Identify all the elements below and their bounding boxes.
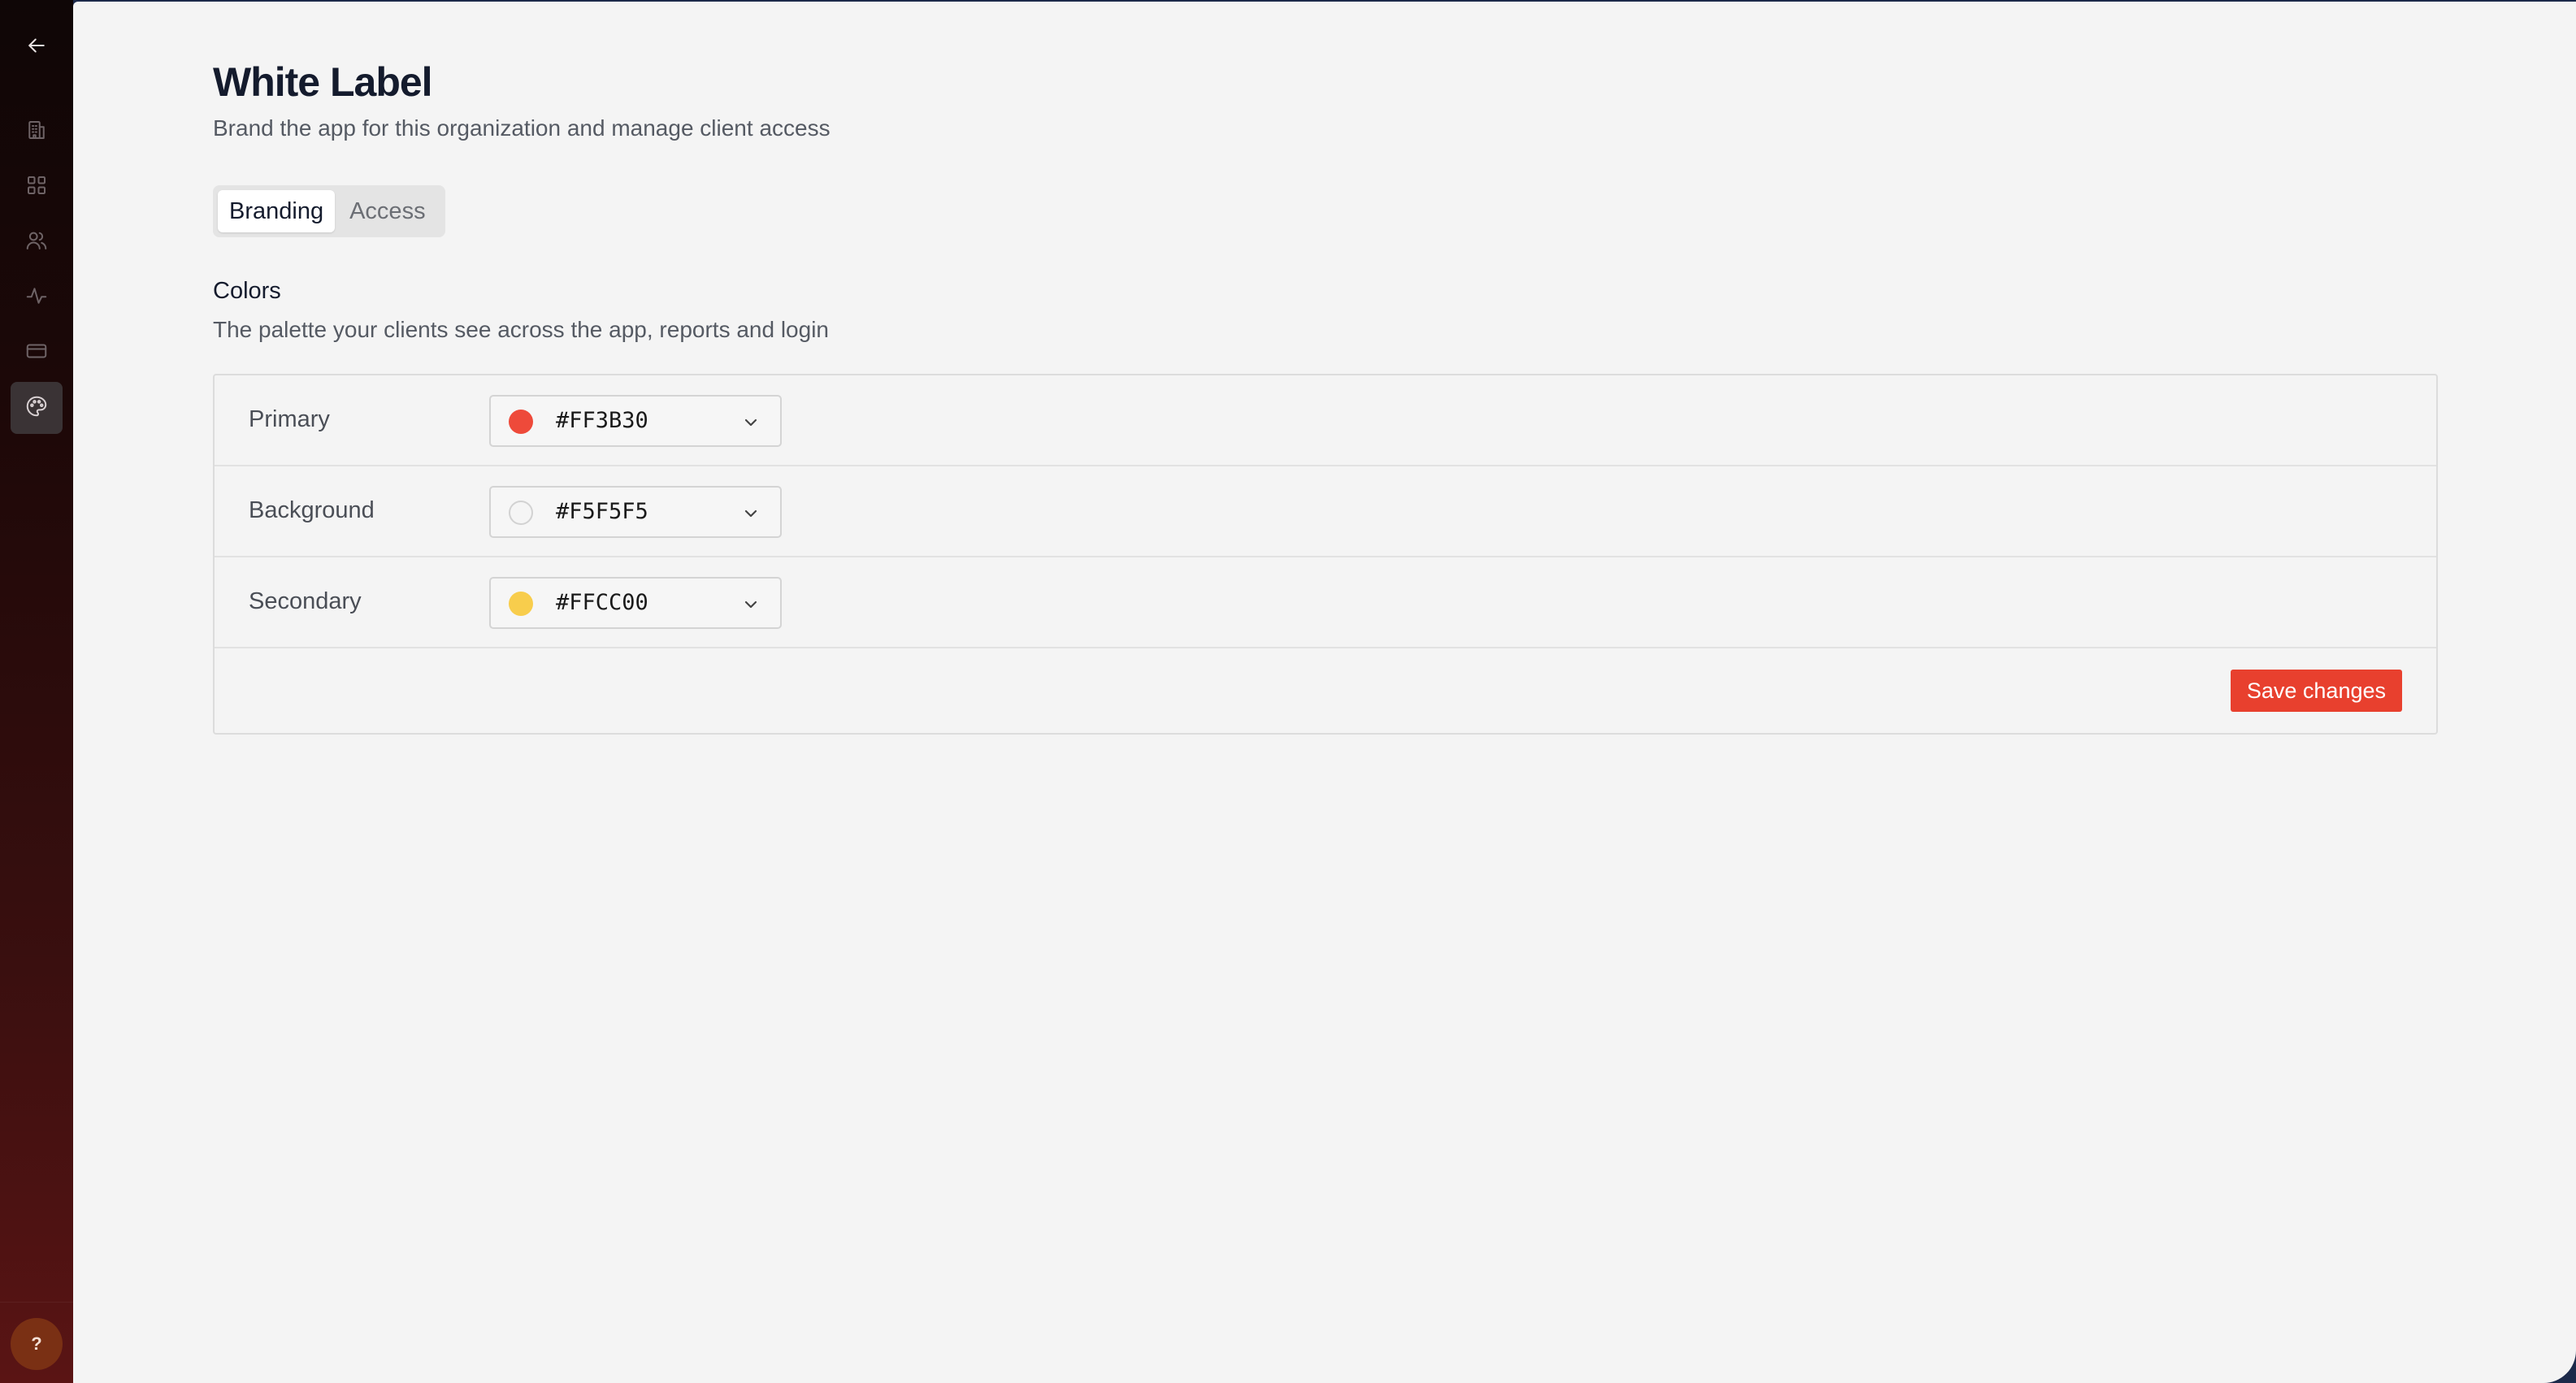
page-subtitle: Brand the app for this organization and … (213, 115, 830, 141)
color-hex-value: #F5F5F5 (556, 499, 648, 524)
color-swatch (509, 410, 533, 434)
users-icon (24, 228, 49, 257)
sidebar-item-apps[interactable] (11, 161, 63, 213)
color-row-label: Primary (249, 406, 330, 432)
main-panel: White Label Brand the app for this organ… (73, 2, 2576, 1383)
color-row-background: Background #F5F5F5 (215, 466, 2436, 557)
color-hex-value: #FFCC00 (556, 590, 648, 615)
color-swatch (509, 501, 533, 525)
building-icon (24, 118, 49, 146)
arrow-left-icon (24, 33, 49, 62)
section-title: Colors (213, 278, 281, 304)
background-color-select[interactable]: #F5F5F5 (489, 486, 782, 538)
help-button[interactable]: ? (11, 1318, 63, 1370)
section-subtitle: The palette your clients see across the … (213, 317, 829, 342)
chevron-down-icon (741, 595, 761, 614)
credit-card-icon (24, 339, 49, 367)
color-row-label: Background (249, 497, 375, 523)
grid-icon (24, 173, 49, 202)
sidebar: ? (0, 0, 73, 1383)
color-row-label: Secondary (249, 588, 362, 614)
tab-branding[interactable]: Branding (218, 190, 336, 232)
color-swatch (509, 592, 533, 616)
help-label: ? (31, 1333, 42, 1354)
sidebar-item-organizations[interactable] (11, 106, 63, 158)
tab-access[interactable]: Access (338, 190, 436, 232)
sidebar-item-billing[interactable] (11, 327, 63, 379)
color-row-secondary: Secondary #FFCC00 (215, 557, 2436, 648)
save-changes-button[interactable]: Save changes (2230, 670, 2402, 712)
sidebar-divider (0, 1302, 73, 1303)
primary-color-select[interactable]: #FF3B30 (489, 395, 782, 447)
color-hex-value: #FF3B30 (556, 408, 648, 433)
chevron-down-icon (741, 504, 761, 523)
color-row-primary: Primary #FF3B30 (215, 375, 2436, 466)
sidebar-item-activity[interactable] (11, 271, 63, 323)
tab-bar: Branding Access (213, 185, 445, 237)
sidebar-item-white-label[interactable] (11, 382, 63, 434)
secondary-color-select[interactable]: #FFCC00 (489, 577, 782, 629)
sidebar-item-users[interactable] (11, 216, 63, 268)
activity-icon (24, 284, 49, 312)
page-title: White Label (213, 59, 433, 105)
back-button[interactable] (11, 21, 63, 73)
colors-card: Primary #FF3B30 Background #F5F5F5 Secon… (213, 374, 2438, 735)
palette-icon (24, 394, 49, 423)
chevron-down-icon (741, 413, 761, 432)
